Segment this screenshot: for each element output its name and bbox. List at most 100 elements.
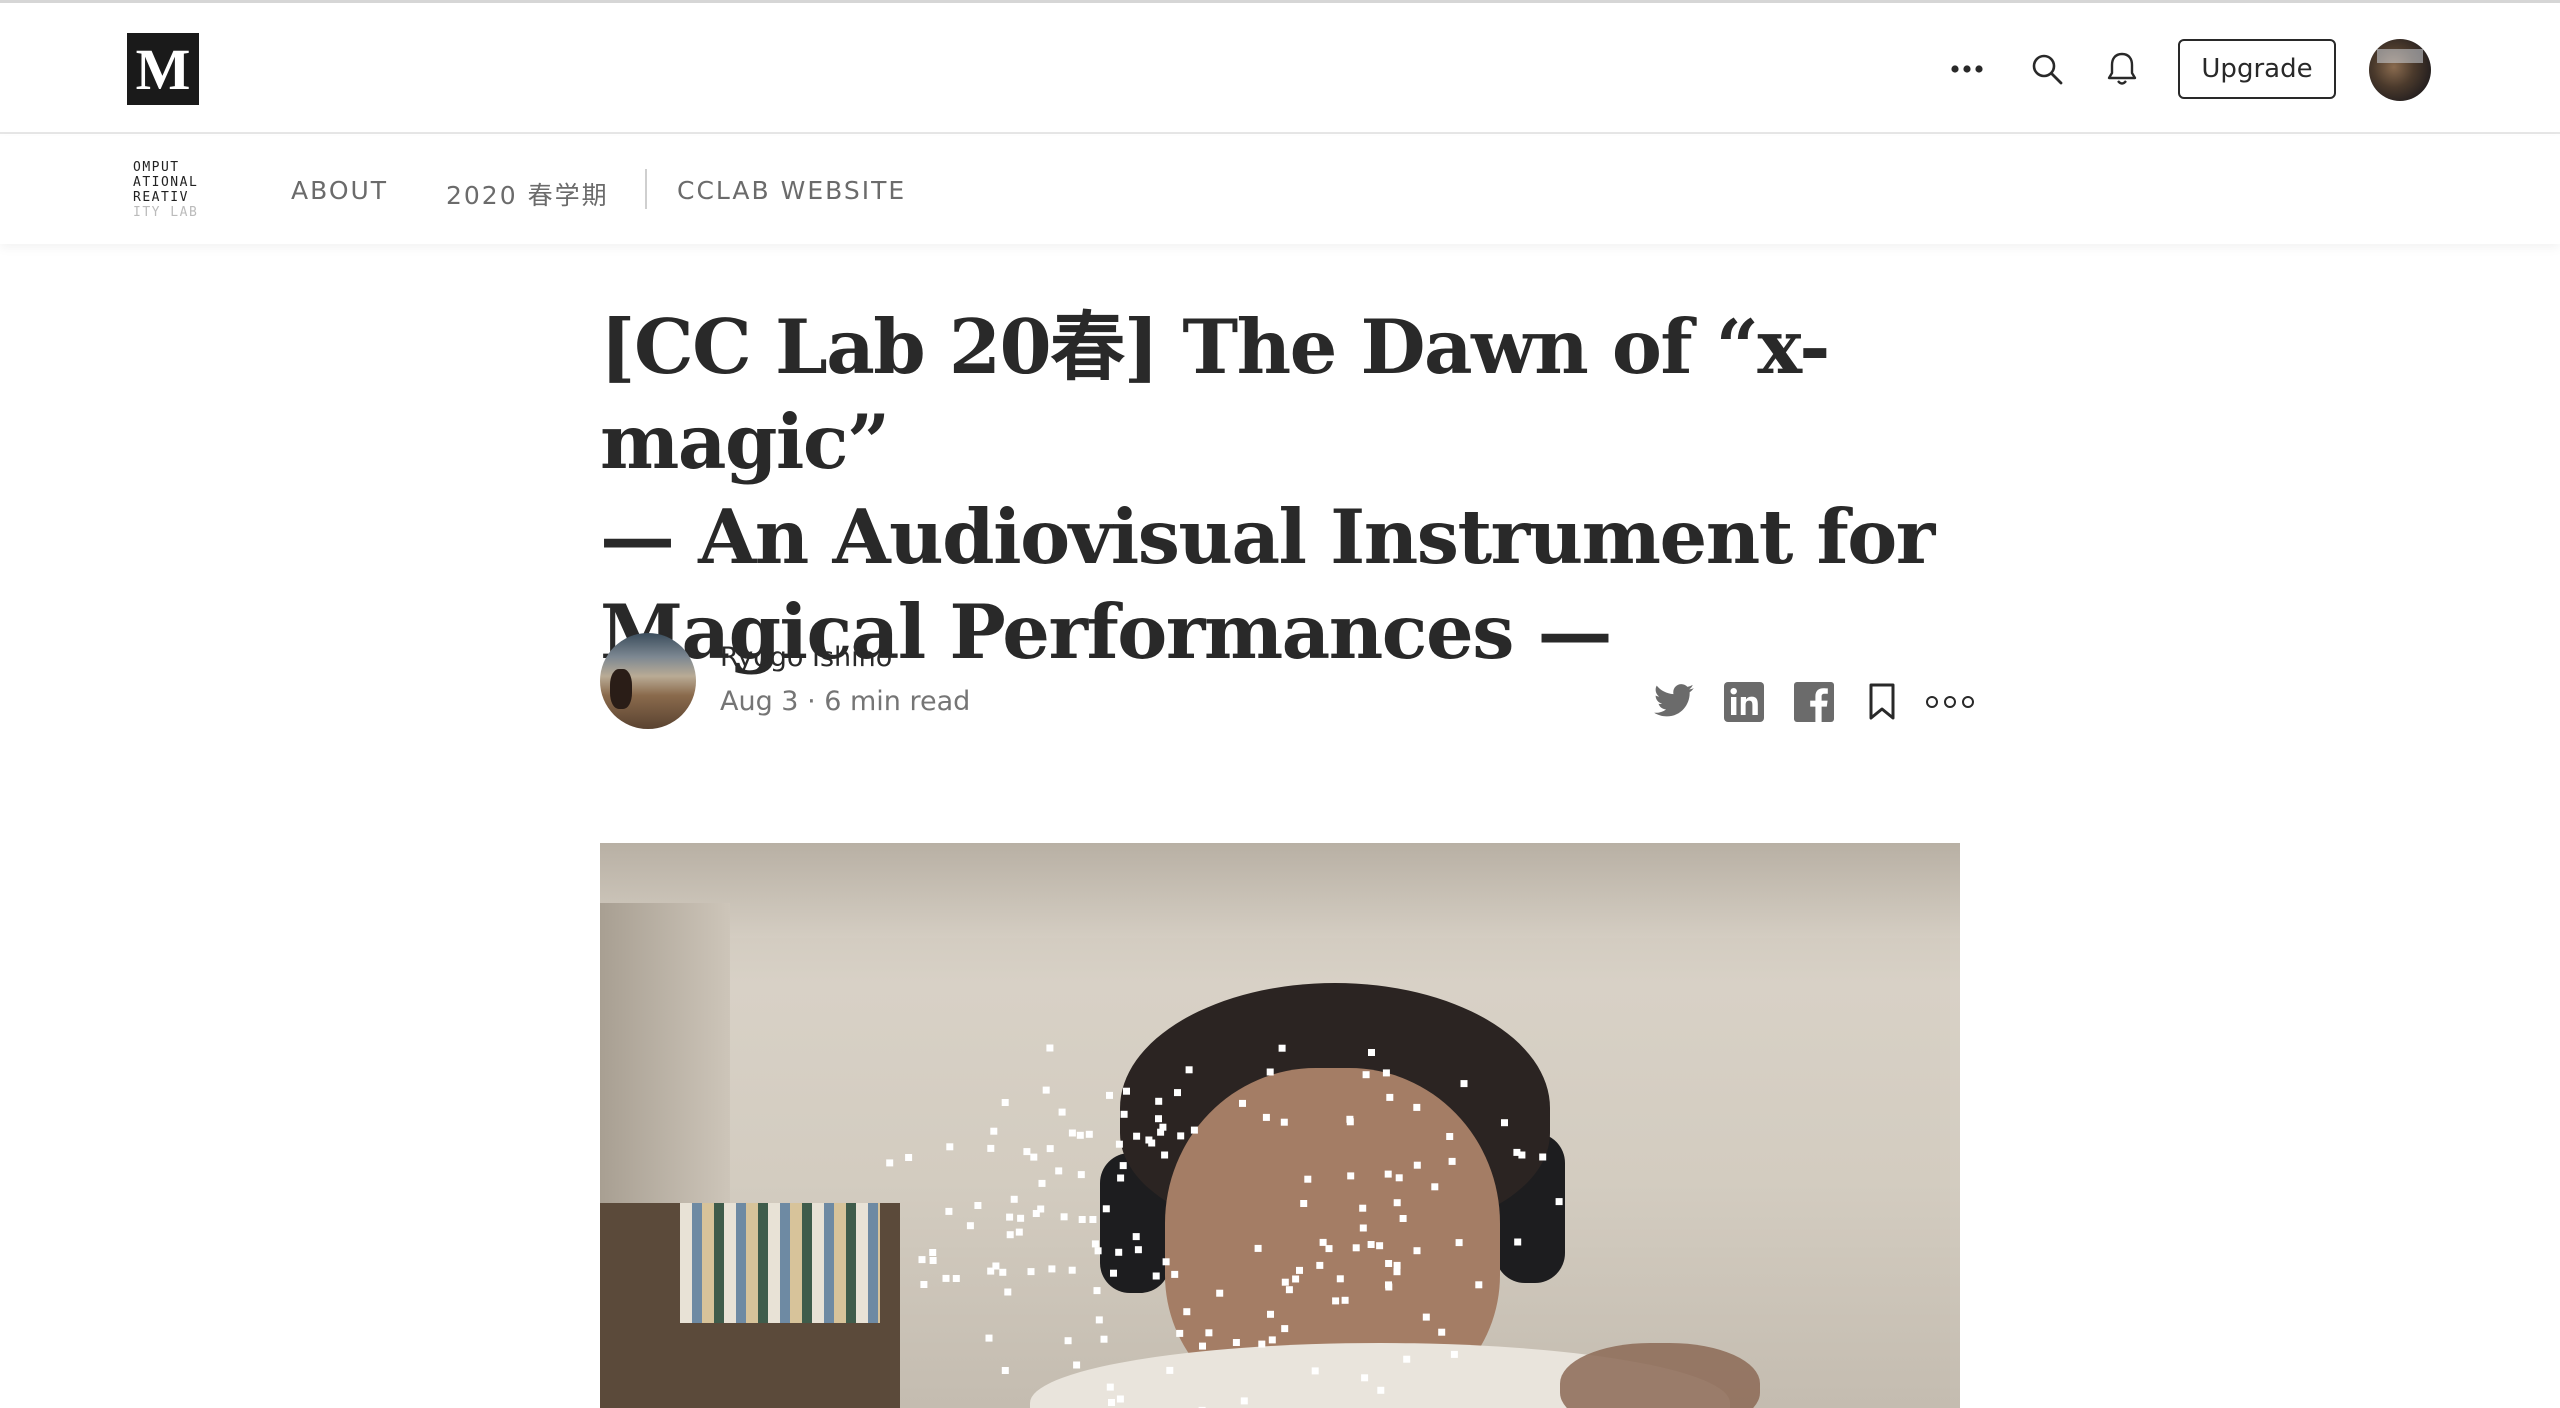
particle (1120, 1110, 1128, 1118)
particle (1155, 1097, 1163, 1105)
particle (1064, 1337, 1072, 1345)
particle (1393, 1268, 1401, 1276)
particle (1232, 1339, 1240, 1346)
particle (1148, 1139, 1156, 1147)
particle (1367, 1241, 1375, 1248)
search-icon[interactable] (2027, 49, 2067, 89)
particle (1004, 1288, 1012, 1296)
particle (1166, 1366, 1174, 1374)
particle (1117, 1174, 1125, 1182)
particle (1422, 1313, 1430, 1321)
particle (1085, 1130, 1093, 1138)
particle (1281, 1325, 1289, 1333)
more-circles-icon[interactable] (1924, 680, 1976, 724)
particle (1292, 1275, 1300, 1283)
particle (1266, 1068, 1274, 1076)
particle (942, 1274, 950, 1282)
particle (1368, 1049, 1375, 1056)
particle (1046, 1145, 1054, 1153)
particle (1513, 1148, 1521, 1156)
particle (1093, 1287, 1101, 1295)
particle (999, 1268, 1007, 1276)
bookmark-icon[interactable] (1860, 680, 1904, 724)
particle (1393, 1199, 1401, 1207)
particle (1006, 1213, 1014, 1221)
particle (1280, 1118, 1288, 1126)
particle (1399, 1215, 1407, 1222)
particle (1073, 1361, 1081, 1369)
particle (1514, 1238, 1522, 1246)
particle (985, 1334, 993, 1342)
particle (1446, 1133, 1454, 1140)
particle (1216, 1289, 1224, 1297)
particle (987, 1144, 995, 1152)
particle (1475, 1281, 1483, 1289)
author-name[interactable]: Ryogo Ishino (720, 642, 892, 673)
user-avatar[interactable] (2369, 39, 2431, 101)
particle (1046, 1044, 1054, 1052)
particle (1102, 1205, 1110, 1213)
article-title-line: — An Audiovisual Instrument for (600, 493, 1935, 581)
medium-logo[interactable]: M (127, 33, 199, 105)
particle (966, 1222, 974, 1230)
nav-link-2020-spring[interactable]: 2020 春学期 (446, 176, 609, 212)
particle (1055, 1167, 1063, 1175)
particle (1450, 1350, 1458, 1358)
particle (1555, 1198, 1563, 1206)
particle (1296, 1266, 1303, 1274)
particle (1132, 1233, 1140, 1241)
particle (1384, 1170, 1392, 1178)
particle (1162, 1258, 1170, 1266)
particle (1134, 1246, 1142, 1254)
particle (1177, 1132, 1185, 1140)
particle (1089, 1216, 1097, 1223)
particle (1332, 1297, 1340, 1305)
particle (1060, 1213, 1068, 1221)
bell-icon[interactable] (2102, 49, 2142, 89)
particle (1319, 1238, 1327, 1246)
nav-divider (645, 169, 647, 209)
twitter-icon[interactable] (1652, 680, 1696, 724)
particle (1030, 1153, 1038, 1161)
upgrade-button[interactable]: Upgrade (2178, 39, 2336, 99)
author-avatar[interactable] (600, 633, 696, 729)
particle (1413, 1247, 1421, 1255)
particle (1176, 1329, 1184, 1337)
particle (1325, 1245, 1333, 1253)
particle (1278, 1044, 1286, 1052)
particle (1161, 1151, 1169, 1159)
particle (1068, 1266, 1076, 1274)
particle (992, 1262, 1000, 1270)
particle (918, 1256, 926, 1264)
particle (1027, 1268, 1035, 1276)
more-horizontal-icon[interactable] (1947, 49, 1987, 89)
particle (1115, 1248, 1123, 1256)
particle (1240, 1397, 1248, 1405)
particle (1460, 1080, 1468, 1088)
particle (1106, 1383, 1114, 1391)
particle (1119, 1162, 1127, 1170)
particle (1133, 1132, 1141, 1140)
linkedin-icon[interactable] (1722, 680, 1766, 724)
particle (1017, 1214, 1025, 1222)
particle (1076, 1131, 1084, 1139)
article-hero-image (600, 843, 1960, 1408)
particle (1341, 1296, 1349, 1304)
particle (1183, 1308, 1191, 1316)
nav-link-about[interactable]: ABOUT (291, 176, 388, 205)
particle (929, 1249, 937, 1256)
particle (1110, 1269, 1117, 1277)
publication-logo-line: ATIONAL (133, 175, 199, 190)
particle (1116, 1395, 1124, 1403)
publication-logo[interactable]: OMPUT ATIONAL REATIV ITY LAB (133, 160, 213, 222)
particle (929, 1257, 937, 1264)
publication-logo-line: REATIV (133, 190, 189, 205)
publication-logo-line: OMPUT (133, 160, 180, 175)
particle (1352, 1244, 1360, 1252)
particle (1108, 1399, 1115, 1406)
facebook-icon[interactable] (1792, 680, 1836, 724)
nav-link-cclab-website[interactable]: CCLAB WEBSITE (677, 176, 906, 205)
particle (1095, 1316, 1103, 1324)
particle (1431, 1183, 1439, 1191)
particle (1106, 1091, 1113, 1099)
